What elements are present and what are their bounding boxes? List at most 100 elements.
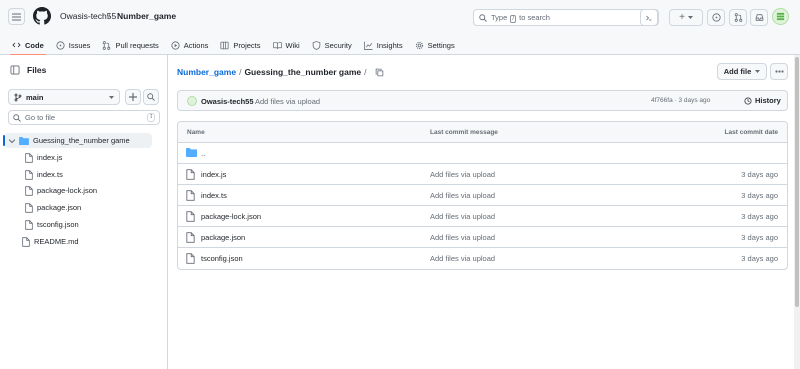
- tab-wiki[interactable]: Wiki: [267, 35, 306, 55]
- file-commit-date: 3 days ago: [741, 191, 778, 200]
- tab-label: Settings: [427, 40, 455, 50]
- file-tree-header: Files: [10, 65, 46, 75]
- table-row[interactable]: package.json Add files via upload 3 days…: [178, 227, 787, 248]
- tree-file[interactable]: index.ts: [0, 167, 152, 182]
- add-file-label: Add file: [723, 67, 752, 76]
- issues-button[interactable]: [707, 9, 725, 26]
- table-icon: [220, 41, 229, 49]
- file-path-breadcrumb: Number_game / Guessing_the_number game /: [177, 67, 384, 77]
- path-repo-link[interactable]: Number_game: [177, 67, 236, 77]
- file-name-link[interactable]: index.ts: [201, 191, 227, 200]
- tab-label: Issues: [68, 40, 91, 50]
- file-tree-title: Files: [27, 65, 47, 75]
- folder-icon: [186, 148, 197, 157]
- file-commit-message[interactable]: Add files via upload: [430, 191, 495, 200]
- copy-icon[interactable]: [375, 68, 384, 77]
- user-avatar[interactable]: [772, 8, 789, 25]
- col-header-date: Last commit date: [724, 129, 778, 136]
- file-name-link[interactable]: package-lock.json: [201, 212, 261, 221]
- file-name-link[interactable]: package.json: [201, 233, 245, 242]
- table-row[interactable]: tsconfig.json Add files via upload 3 day…: [178, 248, 787, 269]
- file-commit-date: 3 days ago: [741, 254, 778, 263]
- file-icon: [22, 236, 30, 247]
- tab-issues[interactable]: Issues: [50, 35, 97, 55]
- parent-directory-link[interactable]: ..: [201, 149, 205, 158]
- tree-file[interactable]: README.md: [0, 234, 152, 249]
- latest-commit-bar: Owasis-tech55 Add files via upload 4f766…: [177, 90, 788, 111]
- tree-file-label: index.ts: [37, 170, 63, 179]
- file-commit-message[interactable]: Add files via upload: [430, 170, 495, 179]
- pull-request-icon: [103, 40, 111, 50]
- file-commit-date: 3 days ago: [741, 212, 778, 221]
- tab-actions[interactable]: Actions: [165, 35, 215, 55]
- search-icon: [147, 93, 155, 101]
- search-shortcut-key: /: [510, 14, 517, 23]
- table-row[interactable]: index.js Add files via upload 3 days ago: [178, 164, 787, 185]
- history-label: History: [755, 96, 781, 105]
- commit-author[interactable]: Owasis-tech55: [201, 97, 254, 106]
- tab-code[interactable]: Code: [6, 35, 50, 56]
- file-name-link[interactable]: tsconfig.json: [201, 254, 243, 263]
- add-file-button[interactable]: Add file: [717, 63, 767, 80]
- commit-author-avatar[interactable]: [187, 96, 197, 106]
- command-palette-button[interactable]: [640, 9, 658, 26]
- commit-hash-and-time[interactable]: 4f766fa · 3 days ago: [651, 97, 710, 104]
- search-icon: [479, 13, 487, 22]
- table-row[interactable]: index.ts Add files via upload 3 days ago: [178, 185, 787, 206]
- tab-label: Code: [25, 40, 44, 50]
- tab-label: Actions: [183, 40, 209, 50]
- play-icon: [171, 40, 180, 50]
- graph-icon: [363, 41, 373, 50]
- history-icon: [744, 96, 752, 105]
- file-icon: [25, 185, 33, 196]
- go-to-file-input[interactable]: Go to file t: [8, 110, 160, 125]
- commit-message[interactable]: Add files via upload: [255, 97, 320, 106]
- tab-security[interactable]: Security: [306, 35, 358, 55]
- file-commit-message[interactable]: Add files via upload: [430, 254, 495, 263]
- tab-projects[interactable]: Projects: [214, 35, 266, 55]
- file-commit-message[interactable]: Add files via upload: [430, 233, 495, 242]
- identicon-icon: [776, 12, 785, 21]
- global-search-input[interactable]: Type / to search: [473, 9, 659, 26]
- tree-file[interactable]: index.js: [0, 150, 152, 165]
- file-name-link[interactable]: index.js: [201, 170, 226, 179]
- add-file-tree-button[interactable]: [125, 89, 141, 105]
- tab-insights[interactable]: Insights: [358, 35, 409, 55]
- tab-label: Wiki: [285, 40, 300, 50]
- parent-directory-row[interactable]: ..: [178, 143, 787, 164]
- inbox-button[interactable]: [750, 9, 768, 26]
- scrollbar-thumb[interactable]: [795, 57, 799, 307]
- tree-file[interactable]: package.json: [0, 200, 152, 215]
- tree-file[interactable]: package-lock.json: [0, 183, 152, 198]
- table-row[interactable]: package-lock.json Add files via upload 3…: [178, 206, 787, 227]
- chevron-down-icon: [687, 16, 693, 19]
- pull-requests-button[interactable]: [729, 9, 747, 26]
- kebab-horizontal-icon: [774, 70, 784, 73]
- tree-folder[interactable]: Guessing_the_number game: [3, 133, 152, 148]
- tab-label: Pull requests: [115, 40, 159, 50]
- go-to-file-shortcut: t: [147, 113, 155, 122]
- search-tree-button[interactable]: [143, 89, 159, 105]
- github-logo-icon[interactable]: [33, 7, 51, 25]
- tree-folder-label: Guessing_the_number game: [33, 136, 130, 145]
- file-icon: [186, 232, 195, 243]
- path-separator: /: [364, 67, 367, 77]
- tab-pull-requests[interactable]: Pull requests: [96, 35, 164, 55]
- tree-file[interactable]: tsconfig.json: [0, 217, 152, 232]
- file-commit-message[interactable]: Add files via upload: [430, 212, 495, 221]
- col-header-name: Name: [187, 129, 205, 136]
- tab-label: Insights: [376, 40, 403, 50]
- chevron-down-icon: [109, 95, 114, 99]
- more-options-button[interactable]: [770, 63, 788, 80]
- tab-label: Security: [324, 40, 352, 50]
- menu-button[interactable]: [8, 8, 25, 25]
- file-icon: [186, 169, 195, 180]
- create-new-button[interactable]: +: [669, 9, 703, 26]
- branch-name: main: [26, 92, 44, 102]
- branch-selector[interactable]: main: [8, 89, 120, 105]
- history-button[interactable]: History: [744, 96, 781, 105]
- tab-settings[interactable]: Settings: [409, 35, 461, 55]
- page-scrollbar[interactable]: [794, 55, 800, 369]
- sidebar-collapse-icon[interactable]: [10, 65, 20, 75]
- breadcrumb-repo[interactable]: Number_game: [117, 11, 176, 21]
